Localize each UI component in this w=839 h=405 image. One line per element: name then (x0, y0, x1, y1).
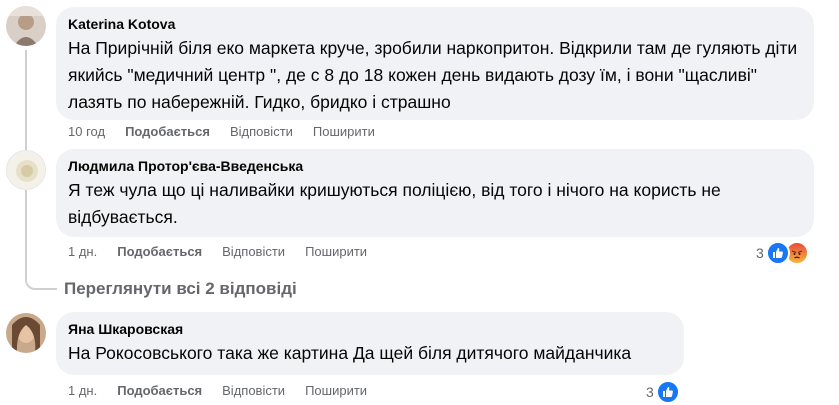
view-replies-link[interactable]: Переглянути всі 2 відповіді (64, 279, 297, 299)
comment-bubble: Яна Шкаровская На Рокосовського така же … (56, 312, 684, 375)
avatar[interactable] (6, 6, 46, 46)
comment-author[interactable]: Людмила Протор'єва-Введенська (68, 157, 802, 175)
comment-actions: 1 дн. Подобається Відповісти Поширити (68, 244, 387, 260)
reply-button[interactable]: Відповісти (230, 124, 293, 140)
comment-actions: 10 год Подобається Відповісти Поширити (68, 124, 395, 140)
thread-connector (25, 190, 57, 290)
comment-author[interactable]: Katerina Kotova (68, 15, 802, 33)
comment-text: Я теж чула що ці наливайки кришуються по… (68, 180, 721, 227)
like-button[interactable]: Подобається (125, 124, 210, 140)
like-icon (655, 380, 680, 404)
thread-line-top (25, 50, 27, 150)
reply-button[interactable]: Відповісти (222, 244, 285, 260)
like-button[interactable]: Подобається (117, 383, 202, 399)
comment-bubble: Katerina Kotova На Прирічній біля еко ма… (56, 7, 814, 120)
comment-actions: 1 дн. Подобається Відповісти Поширити (68, 383, 387, 399)
avatar[interactable] (6, 150, 46, 190)
reply-button[interactable]: Відповісти (222, 383, 285, 399)
comment-text: На Рокосовського така же картина Да щей … (68, 343, 632, 363)
comment-text: На Прирічній біля еко маркета круче, зро… (68, 38, 798, 112)
share-button[interactable]: Поширити (313, 124, 375, 140)
comment-author[interactable]: Яна Шкаровская (68, 320, 672, 338)
share-button[interactable]: Поширити (305, 244, 367, 260)
comment-timestamp[interactable]: 10 год (68, 124, 105, 140)
like-icon (765, 241, 790, 265)
like-button[interactable]: Подобається (117, 244, 202, 260)
comment-timestamp[interactable]: 1 дн. (68, 383, 97, 399)
avatar[interactable] (6, 313, 46, 353)
comment-timestamp[interactable]: 1 дн. (68, 244, 97, 260)
reaction-count: 3 (756, 245, 764, 261)
reaction-count: 3 (646, 384, 654, 400)
comment-bubble: Людмила Протор'єва-Введенська Я теж чула… (56, 149, 814, 237)
reaction-summary[interactable]: 3 (756, 241, 809, 265)
reaction-summary[interactable]: 3 (646, 380, 680, 404)
share-button[interactable]: Поширити (305, 383, 367, 399)
